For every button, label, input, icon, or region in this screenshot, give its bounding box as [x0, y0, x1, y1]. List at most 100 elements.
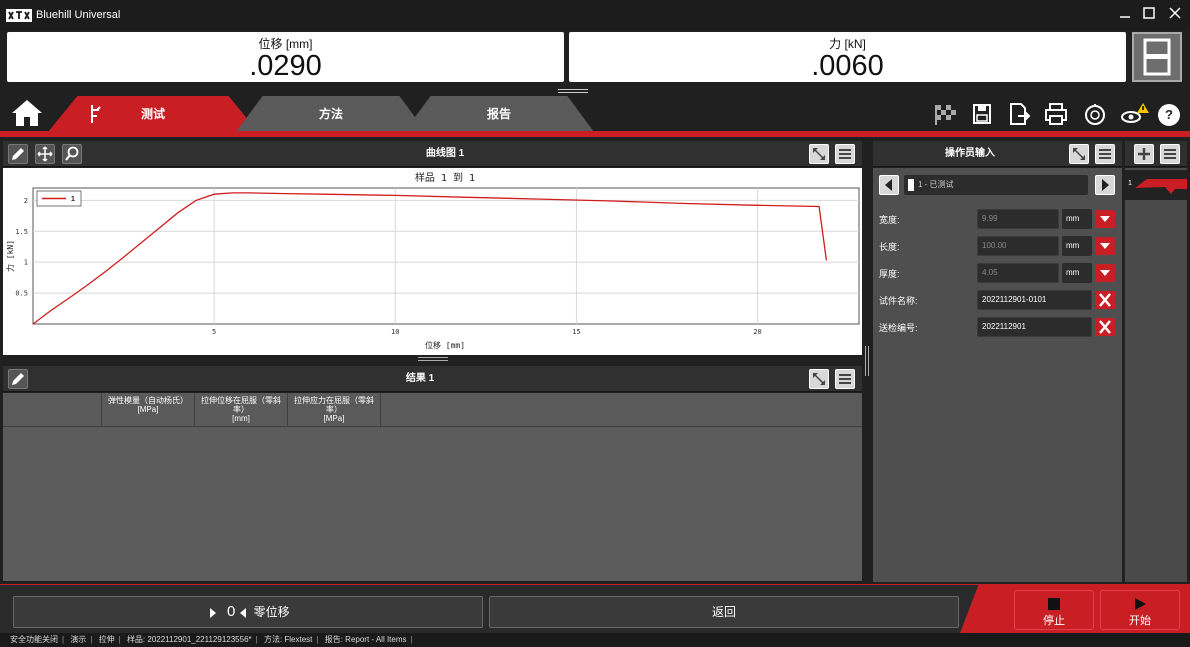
thickness-field[interactable]: 4.05	[977, 263, 1059, 283]
stop-icon	[1048, 598, 1060, 610]
start-button[interactable]: 开始	[1100, 590, 1180, 630]
chart-menu-button[interactable]	[835, 144, 855, 164]
width-unit-dropdown[interactable]	[1095, 210, 1115, 228]
pencil-icon	[12, 373, 24, 385]
prev-specimen-button[interactable]	[879, 175, 899, 195]
column-unit: [MPa]	[137, 405, 159, 414]
zoom-button[interactable]	[62, 144, 82, 164]
zero-displacement-label: 零位移	[253, 605, 290, 619]
column-title-cont: 率）	[233, 405, 249, 414]
force-readout[interactable]: 力 [kN] .0060	[569, 32, 1126, 82]
x-tick-label: 5	[212, 328, 216, 336]
frame-control-button[interactable]	[1132, 32, 1182, 82]
menu-icon	[1099, 149, 1111, 159]
length-label: 长度:	[879, 242, 900, 252]
expand-icon	[813, 373, 825, 385]
add-specimen-button[interactable]	[1134, 144, 1154, 164]
x-tick-label: 10	[391, 328, 399, 336]
force-displacement-chart[interactable]: 样品 1 到 1 5 10 15 20 0.5 1 1.5 2 位移 [mm] 力 [kN] 1	[3, 168, 862, 355]
length-unit[interactable]: mm	[1062, 236, 1092, 256]
save-icon[interactable]	[969, 101, 995, 127]
chevron-down-icon	[1100, 270, 1110, 276]
home-button[interactable]	[10, 98, 44, 128]
zero-value: 0	[227, 603, 236, 620]
operator-menu-button[interactable]	[1095, 144, 1115, 164]
legend-label: 1	[71, 196, 75, 203]
status-method: 方法: Flextest	[263, 635, 313, 644]
specimen-name-field[interactable]: 2022112901-0101	[977, 290, 1092, 310]
help-icon[interactable]: ?	[1158, 104, 1180, 126]
expand-icon	[813, 148, 825, 160]
thickness-unit[interactable]: mm	[1062, 263, 1092, 283]
results-menu-button[interactable]	[835, 369, 855, 389]
plot-frame	[32, 187, 860, 325]
arrow-left-icon	[885, 179, 892, 191]
export-icon[interactable]	[1006, 101, 1032, 127]
y-tick-label: 1	[24, 259, 28, 267]
results-edit-button[interactable]	[8, 369, 28, 389]
status-type: 拉伸	[98, 635, 115, 644]
column-title: 拉伸应力在屈服（零斜	[294, 396, 374, 405]
panel-split-handle[interactable]	[418, 357, 448, 361]
clear-specimen-name-button[interactable]	[1095, 291, 1115, 309]
thickness-unit-dropdown[interactable]	[1095, 264, 1115, 282]
zero-displacement-button[interactable]: 0 零位移	[13, 596, 483, 628]
column-title: 拉伸位移在屈服（零斜	[201, 396, 281, 405]
pencil-icon	[12, 148, 24, 160]
minimize-button[interactable]	[1114, 6, 1136, 26]
tab-test[interactable]: 测试	[48, 96, 258, 132]
results-column-header[interactable]: 拉伸位移在屈服（零斜 率） [mm]	[195, 393, 288, 427]
length-field[interactable]: 100.00	[977, 236, 1059, 256]
menu-icon	[839, 374, 851, 384]
displacement-readout[interactable]: 位移 [mm] .0290	[7, 32, 564, 82]
test-icon	[91, 105, 101, 123]
maximize-button[interactable]	[1138, 6, 1160, 26]
length-unit-dropdown[interactable]	[1095, 237, 1115, 255]
specimen-strip-menu-button[interactable]	[1160, 144, 1180, 164]
width-field[interactable]: 9.99	[977, 209, 1059, 229]
chart-expand-button[interactable]	[809, 144, 829, 164]
width-unit[interactable]: mm	[1062, 209, 1092, 229]
clear-sample-number-button[interactable]	[1095, 318, 1115, 336]
chart-area[interactable]: 样品 1 到 1 5 10 15 20 0.5 1 1.5 2 位移 [mm] 力 [kN] 1	[3, 168, 862, 355]
menu-icon	[839, 149, 851, 159]
annotate-button[interactable]	[8, 144, 28, 164]
home-icon	[12, 100, 42, 126]
alert-icon[interactable]	[1120, 101, 1149, 127]
status-safety: 安全功能关闭	[10, 635, 58, 644]
timer-icon[interactable]	[1082, 101, 1108, 127]
tab-underline	[0, 131, 1190, 137]
specimen-label: 1 - 已测试	[918, 180, 954, 189]
next-specimen-button[interactable]	[1095, 175, 1115, 195]
force-value: .0060	[811, 50, 884, 82]
results-table[interactable]: 弹性模量（自动杨氏） [MPa] 拉伸位移在屈服（零斜 率） [mm] 拉伸应力…	[3, 393, 862, 581]
chart-panel-title: 曲线图 1	[425, 148, 465, 159]
x-tick-label: 20	[753, 328, 761, 336]
start-label: 开始	[1129, 615, 1151, 627]
specimen-selector[interactable]: 1 - 已测试	[904, 175, 1088, 195]
status-report: 报告: Report - All Items	[324, 635, 407, 644]
pan-button[interactable]	[35, 144, 55, 164]
return-button[interactable]: 返回	[489, 596, 959, 628]
results-column-header[interactable]: 弹性模量（自动杨氏） [MPa]	[102, 393, 195, 427]
column-title-cont: 率）	[326, 405, 342, 414]
results-column-header[interactable]: 拉伸应力在屈服（零斜 率） [MPa]	[288, 393, 381, 427]
results-expand-button[interactable]	[809, 369, 829, 389]
chevron-down-icon	[1100, 216, 1110, 222]
stop-button[interactable]: 停止	[1014, 590, 1094, 630]
close-button[interactable]	[1164, 6, 1186, 26]
status-bar: 安全功能关闭 | 演示 | 拉伸 | 样品: 2022112901_221129123…	[0, 633, 1190, 647]
operator-expand-button[interactable]	[1069, 144, 1089, 164]
results-row-header	[3, 393, 102, 427]
sample-number-field[interactable]: 2022112901	[977, 317, 1092, 337]
checkered-flag-icon[interactable]	[933, 101, 959, 127]
tab-test-label: 测试	[140, 107, 165, 121]
column-unit: [MPa]	[323, 414, 345, 423]
tab-report[interactable]: 报告	[404, 96, 594, 132]
y-tick-label: 0.5	[15, 290, 28, 298]
vertical-split-handle[interactable]	[865, 346, 869, 376]
print-icon[interactable]	[1043, 101, 1069, 127]
tab-method[interactable]: 方法	[236, 96, 426, 132]
specimen-thumbnail[interactable]: 1	[1125, 170, 1187, 200]
chevron-down-icon	[1100, 243, 1110, 249]
